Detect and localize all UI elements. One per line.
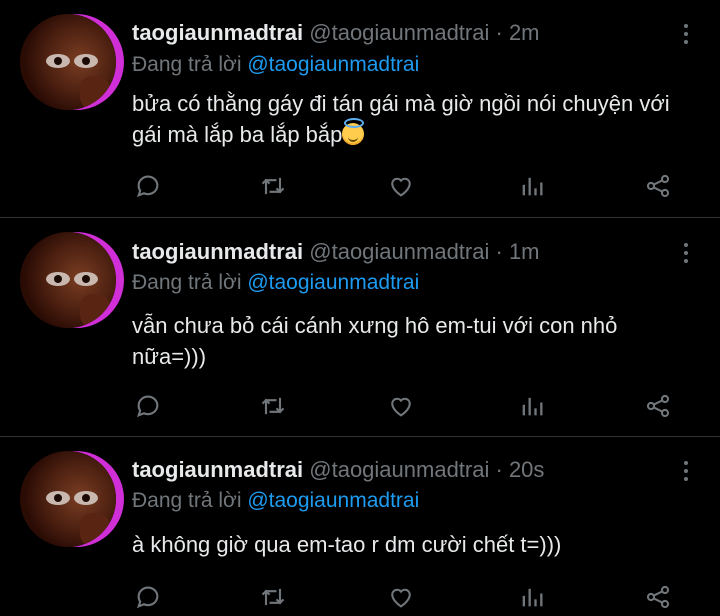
reply-icon[interactable] [134, 583, 164, 613]
like-icon[interactable] [387, 392, 417, 422]
reply-prefix: Đang trả lời [132, 271, 248, 294]
tweet-time[interactable]: · 20s [496, 457, 545, 482]
tweet-actions [132, 583, 692, 613]
tweet-header: taogiaunmadtrai @taogiaunmadtrai · 1m [132, 239, 540, 265]
more-options-icon[interactable] [684, 461, 690, 481]
reply-context: Đang trả lời @taogiaunmadtrai [132, 271, 419, 295]
reply-context: Đang trả lời @taogiaunmadtrai [132, 489, 419, 513]
retweet-icon[interactable] [259, 392, 289, 422]
tweet-header: taogiaunmadtrai @taogiaunmadtrai · 20s [132, 457, 544, 483]
reply-mention[interactable]: @taogiaunmadtrai [247, 489, 419, 512]
reply-prefix: Đang trả lời [132, 489, 248, 512]
user-handle[interactable]: @taogiaunmadtrai [309, 20, 489, 45]
tweet[interactable]: taogiaunmadtrai @taogiaunmadtrai · 20s Đ… [0, 437, 720, 616]
tweet-text: vẫn chưa bỏ cái cánh xưng hô em-tui với … [132, 313, 618, 369]
analytics-icon[interactable] [518, 392, 548, 422]
user-handle[interactable]: @taogiaunmadtrai [309, 239, 489, 264]
tweet-actions [132, 172, 692, 202]
analytics-icon[interactable] [518, 583, 548, 613]
more-options-icon[interactable] [684, 24, 690, 44]
retweet-icon[interactable] [259, 583, 289, 613]
reply-prefix: Đang trả lời [132, 53, 248, 76]
tweet[interactable]: taogiaunmadtrai @taogiaunmadtrai · 1m Đa… [0, 218, 720, 436]
more-options-icon[interactable] [684, 243, 690, 263]
user-handle[interactable]: @taogiaunmadtrai [309, 457, 489, 482]
reply-mention[interactable]: @taogiaunmadtrai [247, 53, 419, 76]
reply-mention[interactable]: @taogiaunmadtrai [247, 271, 419, 294]
reply-icon[interactable] [134, 172, 164, 202]
tweet[interactable]: taogiaunmadtrai @taogiaunmadtrai · 2m Đa… [0, 0, 720, 217]
tweet-actions [132, 392, 692, 422]
tweet-time[interactable]: · 1m [496, 239, 540, 264]
share-icon[interactable] [644, 392, 674, 422]
username[interactable]: taogiaunmadtrai [132, 457, 303, 482]
reply-icon[interactable] [134, 392, 164, 422]
username[interactable]: taogiaunmadtrai [132, 239, 303, 264]
avatar[interactable] [20, 232, 116, 328]
tweet-text: bửa có thằng gáy đi tán gái mà giờ ngồi … [132, 88, 692, 150]
avatar[interactable] [20, 451, 116, 547]
analytics-icon[interactable] [518, 172, 548, 202]
tweet-text: à không giờ qua em-tao r dm cười chết t=… [132, 532, 562, 557]
tweet-header: taogiaunmadtrai @taogiaunmadtrai · 2m [132, 20, 540, 46]
like-icon[interactable] [387, 172, 417, 202]
tweet-time[interactable]: · 2m [496, 20, 540, 45]
tweet-text-content: bửa có thằng gáy đi tán gái mà giờ ngồi … [132, 91, 670, 147]
share-icon[interactable] [644, 583, 674, 613]
smiling-face-with-halo-icon [342, 118, 365, 145]
avatar[interactable] [20, 14, 116, 110]
reply-context: Đang trả lời @taogiaunmadtrai [132, 53, 419, 77]
share-icon[interactable] [644, 172, 674, 202]
username[interactable]: taogiaunmadtrai [132, 20, 303, 45]
retweet-icon[interactable] [259, 172, 289, 202]
like-icon[interactable] [387, 583, 417, 613]
